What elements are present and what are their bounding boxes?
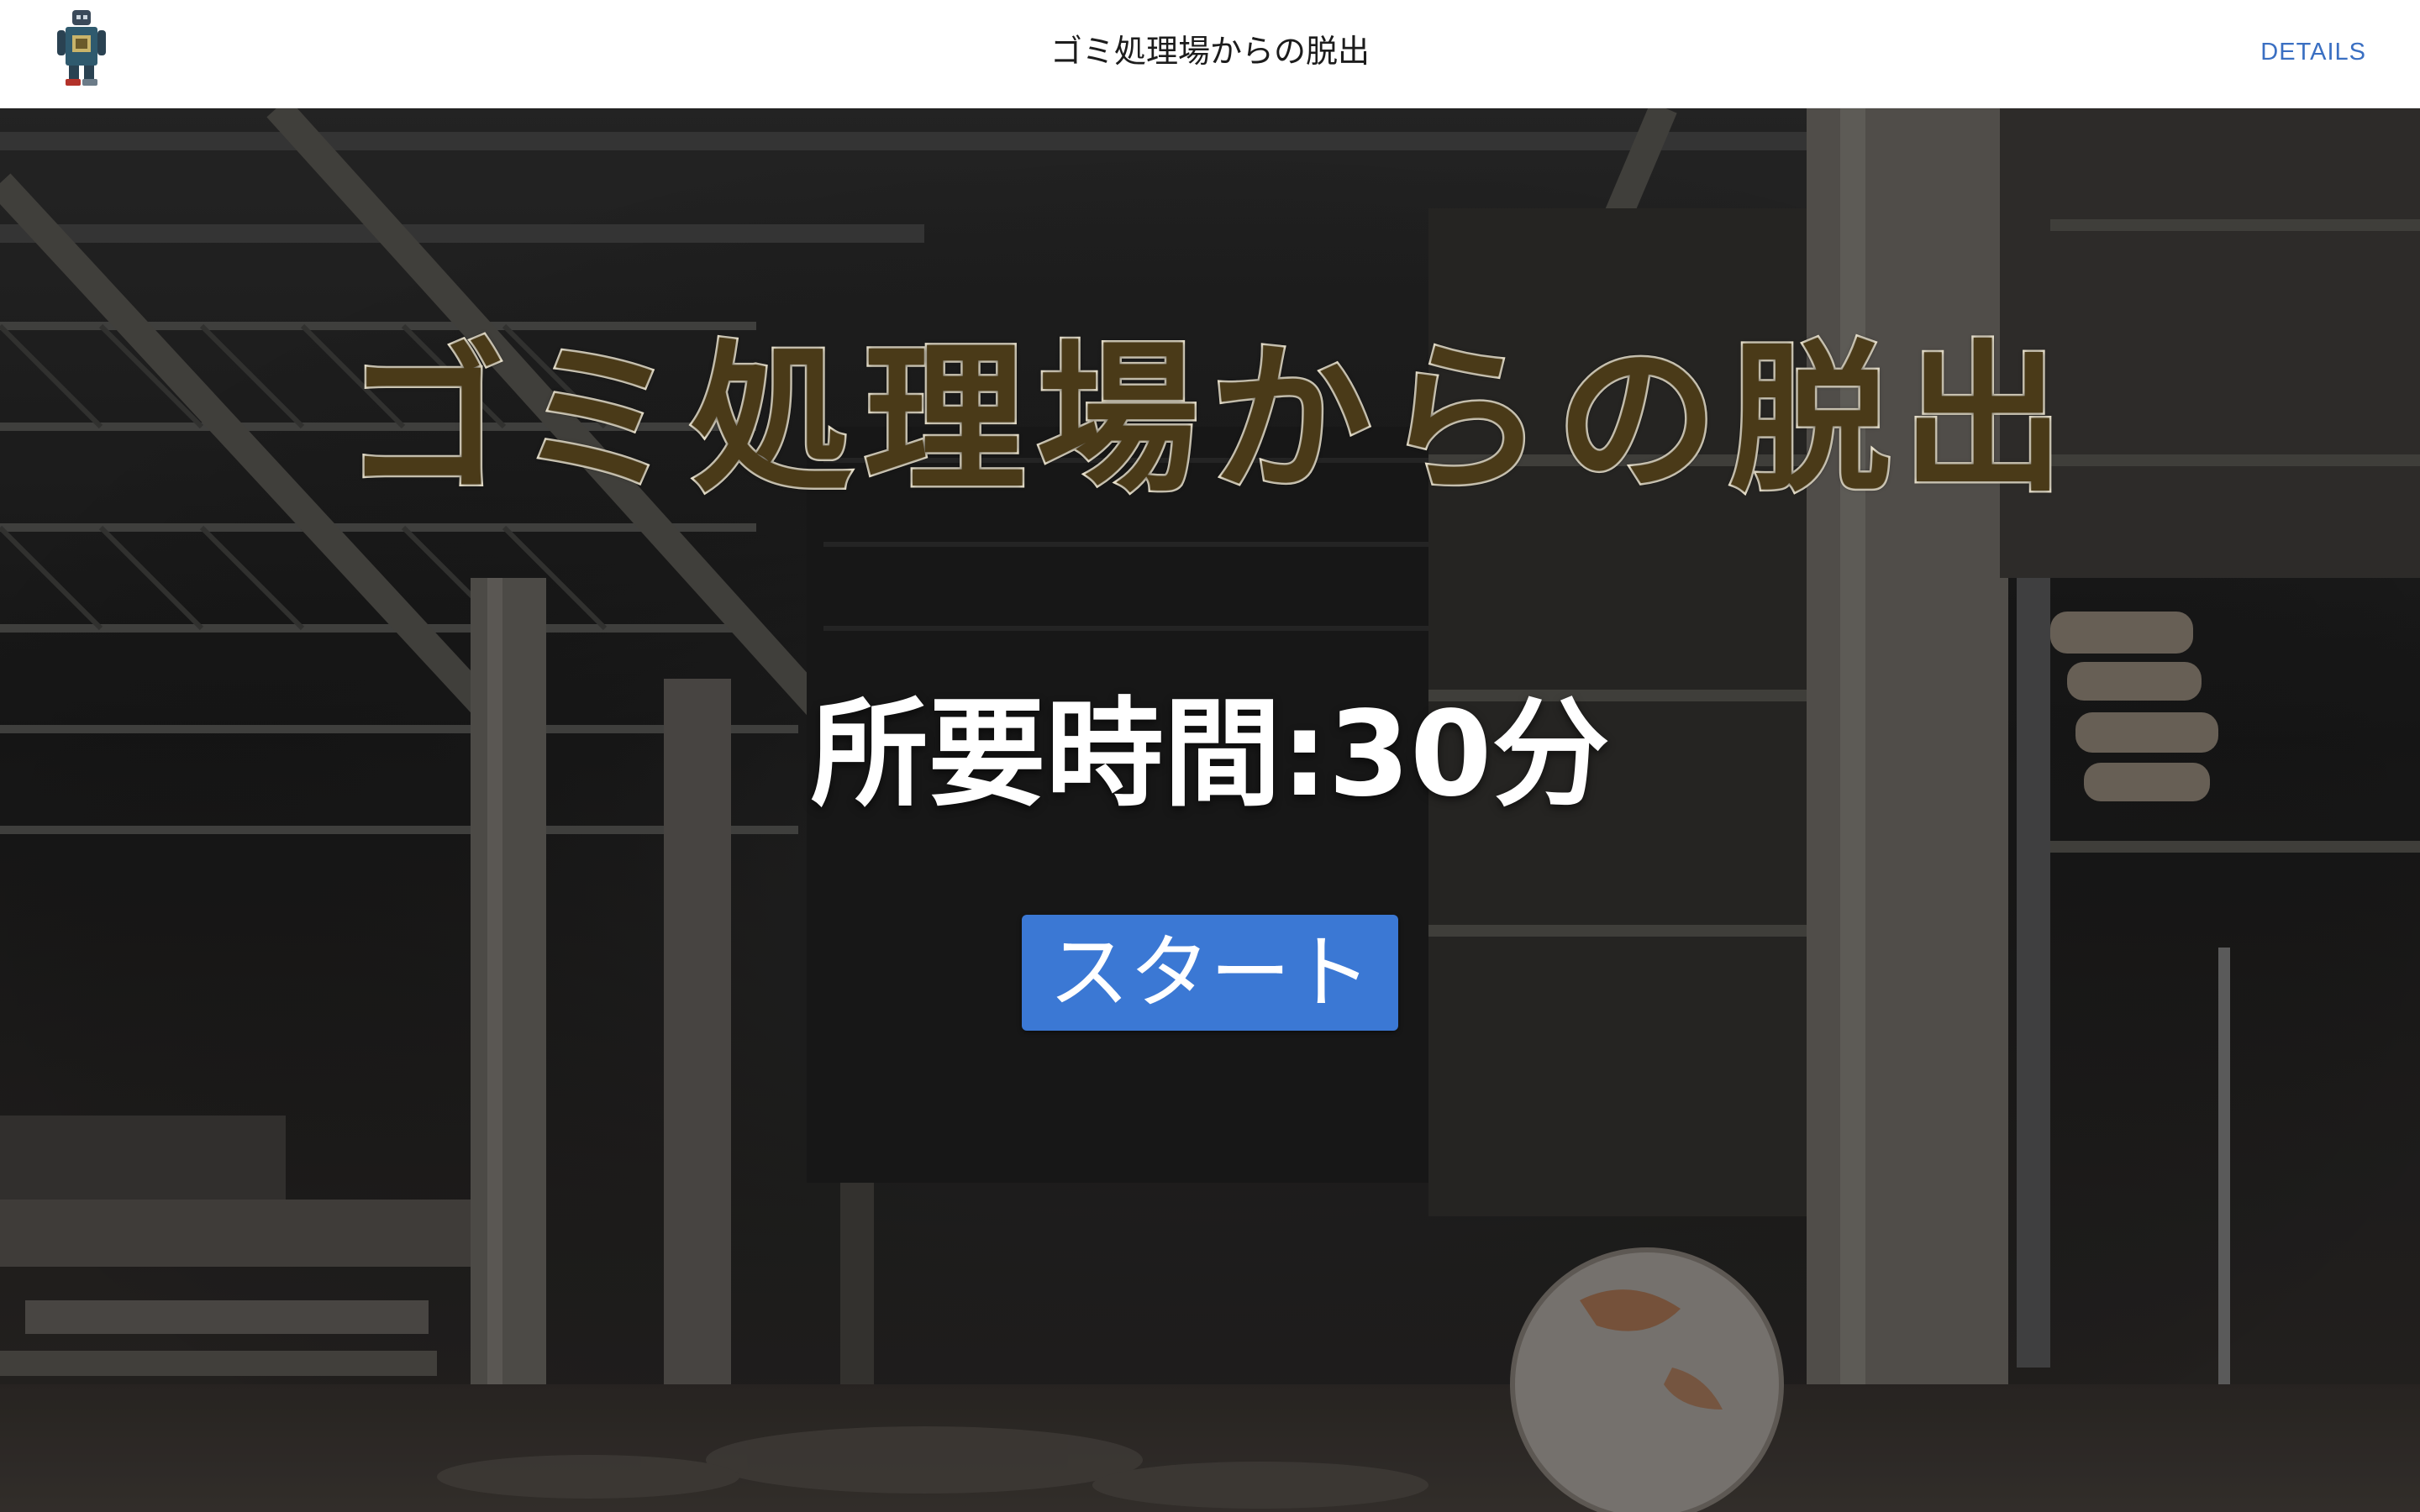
details-link[interactable]: DETAILS bbox=[2260, 35, 2366, 69]
game-title: ゴミ処理場からの脱出 bbox=[343, 325, 2075, 514]
top-bar: ゴミ処理場からの脱出 DETAILS bbox=[0, 0, 2420, 108]
page-title: ゴミ処理場からの脱出 bbox=[1050, 33, 1370, 70]
start-button[interactable]: スタート bbox=[1022, 915, 1398, 1031]
duration-text: 所要時間:30分 bbox=[810, 686, 1610, 823]
app-window: ゴミ処理場からの脱出 DETAILS ゴミ処理場からの脱出 所要時間:30分 ス… bbox=[0, 0, 2420, 1512]
game-scene: ゴミ処理場からの脱出 所要時間:30分 スタート bbox=[0, 108, 2420, 1512]
